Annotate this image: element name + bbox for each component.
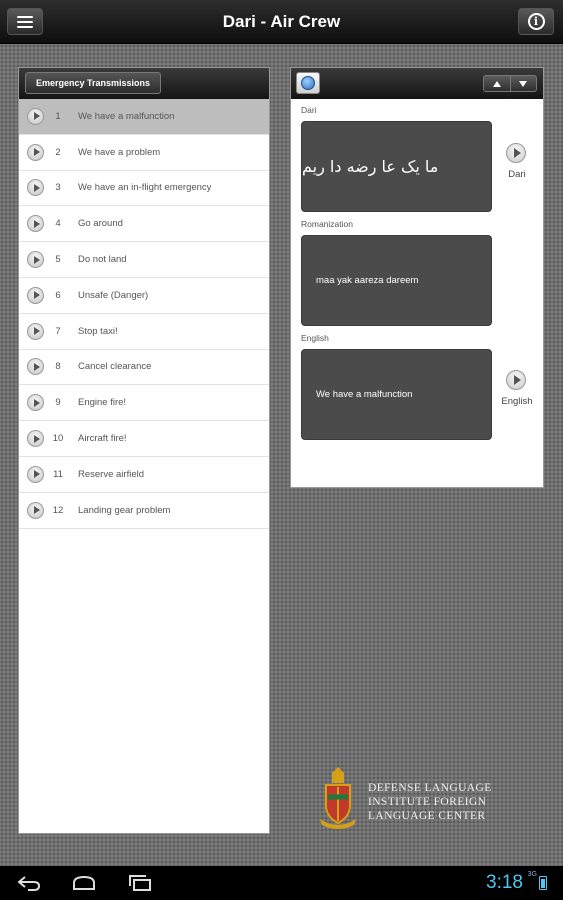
play-icon[interactable] — [27, 465, 44, 483]
list-item-label: We have a problem — [78, 146, 161, 158]
play-english-button[interactable] — [506, 370, 526, 390]
list-item-label: Stop taxi! — [78, 325, 118, 337]
list-item[interactable]: 3 We have an in-flight emergency — [19, 171, 269, 207]
dari-section-label: Dari — [301, 105, 317, 115]
play-icon[interactable] — [27, 286, 44, 304]
play-icon[interactable] — [27, 394, 44, 412]
list-item-number: 2 — [55, 146, 61, 158]
signal-indicator: 3G — [527, 871, 537, 878]
english-section-label: English — [301, 333, 329, 343]
detail-header — [291, 68, 543, 99]
list-item[interactable]: 1 We have a malfunction — [19, 99, 269, 135]
language-button[interactable] — [296, 72, 320, 94]
play-icon[interactable] — [27, 179, 44, 197]
list-item[interactable]: 4 Go around — [19, 206, 269, 243]
list-item-label: Do not land — [78, 254, 127, 266]
list-item-label: Reserve airfield — [78, 468, 144, 480]
logo-line-3: Language Center — [368, 810, 486, 822]
play-icon[interactable] — [27, 143, 44, 161]
play-icon[interactable] — [27, 107, 44, 125]
list-item[interactable]: 9 Engine fire! — [19, 385, 269, 422]
play-icon[interactable] — [27, 322, 44, 340]
list-item-number: 12 — [52, 504, 64, 516]
list-item-number: 11 — [53, 468, 63, 480]
play-icon[interactable] — [27, 251, 44, 269]
info-icon: i — [527, 13, 545, 30]
recent-apps-icon[interactable] — [126, 875, 154, 891]
list-item-label: Engine fire! — [78, 397, 127, 409]
back-icon[interactable] — [16, 875, 42, 891]
arrow-up-icon — [492, 80, 501, 87]
list-item-number: 4 — [55, 218, 61, 230]
romanization-text-box: maa yak aareza dareem — [301, 235, 492, 326]
phrase-list-panel: Emergency Transmissions 1 We have a malfu… — [18, 67, 270, 834]
list-item-label: We have an in-flight emergency — [78, 182, 212, 194]
play-dari-label: Dari — [508, 169, 526, 180]
play-english-label: English — [501, 396, 533, 407]
play-icon — [513, 148, 521, 158]
list-item-label: Cancel clearance — [78, 361, 152, 373]
play-icon[interactable] — [27, 215, 44, 233]
play-icon[interactable] — [27, 358, 44, 376]
list-item-number: 7 — [55, 325, 61, 337]
logo-line-1: Defense Language — [368, 782, 492, 794]
home-icon[interactable] — [70, 875, 98, 891]
app-title: Dari - Air Crew — [222, 12, 341, 31]
list-item[interactable]: 10 Aircraft fire! — [19, 421, 269, 457]
play-dari-button[interactable] — [506, 143, 526, 163]
list-item-number: 1 — [55, 110, 61, 122]
list-item-label: Go around — [78, 218, 123, 230]
arrow-down-icon — [519, 80, 528, 87]
dli-logo: Defense Language Institute Foreign Langu… — [316, 767, 526, 831]
play-icon[interactable] — [27, 430, 44, 448]
list-item[interactable]: 7 Stop taxi! — [19, 314, 269, 350]
list-item-number: 9 — [55, 397, 61, 409]
list-item[interactable]: 11 Reserve airfield — [19, 457, 269, 493]
info-button[interactable]: i — [518, 8, 554, 35]
dli-logo-text: Defense Language Institute Foreign Langu… — [368, 781, 526, 823]
previous-phrase-button[interactable] — [484, 76, 510, 91]
list-item-label: Landing gear problem — [78, 504, 171, 516]
section-tab-emergency-transmissions[interactable]: Emergency Transmissions — [25, 72, 162, 94]
play-icon[interactable] — [27, 501, 44, 519]
action-bar: Dari - Air Crew i — [0, 0, 563, 44]
list-item[interactable]: 2 We have a problem — [19, 135, 269, 171]
list-item[interactable]: 8 Cancel clearance — [19, 350, 269, 386]
list-item-number: 10 — [52, 433, 64, 445]
status-clock: 3:18 — [486, 872, 523, 893]
dli-crest-icon — [320, 767, 356, 829]
list-item-label: Unsafe (Danger) — [78, 289, 149, 301]
list-item-number: 6 — [55, 289, 61, 301]
dari-text-box: ما یک عا رضه دا ریم — [301, 121, 492, 212]
romanization-section-label: Romanization — [301, 219, 353, 229]
list-item-number: 5 — [55, 254, 61, 266]
list-item[interactable]: 12 Landing gear problem — [19, 493, 269, 529]
prev-next-group — [483, 75, 537, 92]
battery-icon — [539, 876, 547, 890]
list-header: Emergency Transmissions — [19, 68, 269, 99]
phrase-detail-panel: Dari ما یک عا رضه دا ریم Dari Romanizati… — [290, 67, 544, 488]
phrase-list: 1 We have a malfunction 2 We have a problem… — [19, 99, 269, 529]
play-icon — [513, 375, 521, 385]
list-item[interactable]: 5 Do not land — [19, 242, 269, 278]
list-item[interactable]: 6 Unsafe (Danger) — [19, 278, 269, 314]
list-item-number: 8 — [55, 361, 61, 373]
next-phrase-button[interactable] — [509, 76, 537, 91]
english-text-box: We have a malfunction — [301, 349, 492, 440]
list-item-label: Aircraft fire! — [78, 433, 127, 445]
system-nav-bar: 3:18 3G — [0, 866, 563, 900]
logo-line-2: Institute Foreign — [368, 796, 487, 808]
list-item-label: We have a malfunction — [78, 110, 175, 122]
list-item-number: 3 — [55, 182, 61, 194]
globe-icon — [301, 76, 315, 90]
